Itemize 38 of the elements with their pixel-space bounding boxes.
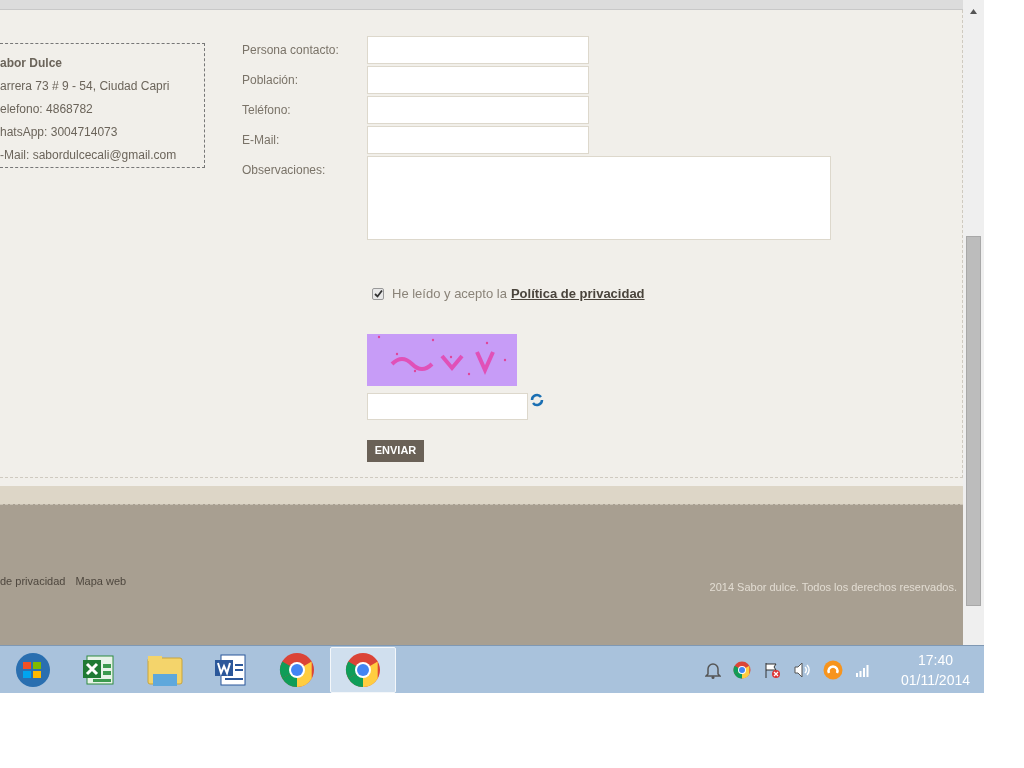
contact-line: elefono: 4868782 xyxy=(0,101,94,118)
circle-app-icon[interactable] xyxy=(822,659,843,680)
field-label: Persona contacto: xyxy=(242,42,340,59)
document-icon xyxy=(213,651,249,688)
footer-link[interactable]: Mapa web xyxy=(75,573,127,590)
scrollbar[interactable] xyxy=(963,0,984,645)
consent-text: He leído y acepto la xyxy=(392,285,507,303)
chrome-logo-icon xyxy=(345,651,381,688)
field-label: Observaciones: xyxy=(242,162,327,179)
speaker-icon[interactable] xyxy=(792,660,811,679)
consent-checkbox[interactable] xyxy=(372,287,384,300)
field-label: Población: xyxy=(242,72,300,89)
bell-icon[interactable] xyxy=(704,660,721,679)
contact-line: arrera 73 # 9 - 54, Ciudad Capri xyxy=(0,78,171,95)
text-input[interactable] xyxy=(367,96,589,124)
contact-line: -Mail: sabordulcecali@gmail.com xyxy=(0,147,178,164)
field-label: E-Mail: xyxy=(242,132,281,149)
refresh-icon[interactable] xyxy=(530,393,544,407)
scroll-up-arrow-icon[interactable] xyxy=(970,9,977,14)
chrome-logo-icon xyxy=(279,651,315,688)
text-input[interactable] xyxy=(367,126,589,154)
flag-icon[interactable] xyxy=(762,660,781,679)
privacy-policy-link[interactable]: Política de privacidad xyxy=(510,284,645,304)
taskbar-app-button[interactable] xyxy=(330,646,396,693)
clock-time: 17:40 xyxy=(917,650,953,670)
contact-line: hatsApp: 3004714073 xyxy=(0,124,119,141)
chrome-logo-icon xyxy=(732,660,751,679)
field-label: Teléfono: xyxy=(242,102,292,119)
start-orb-icon xyxy=(15,651,51,688)
captcha-input[interactable] xyxy=(367,392,528,420)
clock-date: 01/11/2014 xyxy=(900,670,970,690)
signal-bars-icon[interactable] xyxy=(854,662,871,677)
text-input[interactable] xyxy=(367,36,589,64)
copyright-text: 2014 Sabor dulce. Todos los derechos reservados. xyxy=(709,580,957,595)
submit-button[interactable]: ENVIAR xyxy=(367,439,424,462)
text-input[interactable] xyxy=(367,66,589,94)
footer-link[interactable]: de privacidad xyxy=(0,573,66,590)
business-name: abor Dulce xyxy=(0,55,63,72)
